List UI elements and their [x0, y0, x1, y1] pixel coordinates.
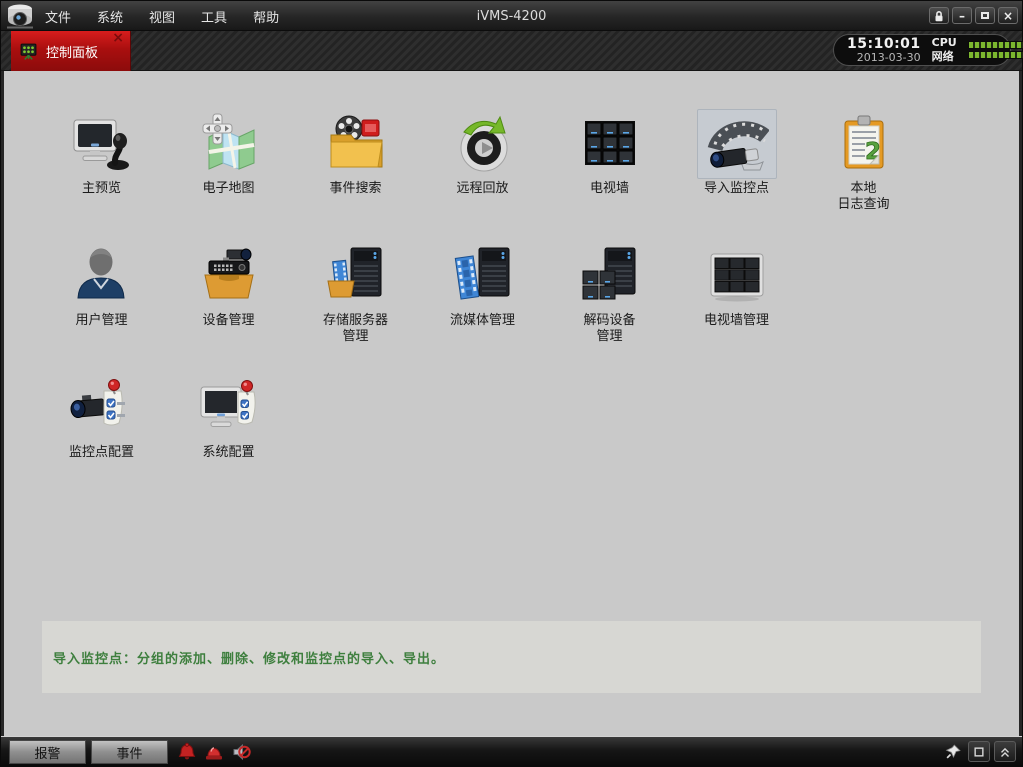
launcher-item-tv-wall[interactable]: 电视墙	[546, 109, 673, 213]
pushpin-icon	[945, 743, 962, 760]
app-logo-camera-icon	[3, 2, 39, 30]
tab-bar: 控制面板 × 15:10:01 2013-03-30 CPU 网络	[1, 31, 1022, 71]
menu-system[interactable]: 系统	[97, 7, 123, 26]
collapse-panel-button[interactable]	[994, 741, 1016, 762]
function-description-bar: 导入监控点：分组的添加、删除、修改和监控点的导入、导出。	[42, 621, 981, 693]
restore-icon	[972, 745, 986, 759]
emap-icon	[197, 112, 261, 176]
menu-file[interactable]: 文件	[45, 7, 71, 26]
pin-button[interactable]	[942, 741, 964, 762]
tab-close-icon[interactable]: ×	[112, 31, 124, 45]
tv-wall-management-icon	[705, 244, 769, 308]
status-bar: 报警 事件	[1, 736, 1022, 766]
launcher-item-device-management[interactable]: 设备管理	[165, 241, 292, 345]
launcher-item-local-log[interactable]: 2 本地日志查询	[800, 109, 927, 213]
network-usage-meter	[968, 51, 1023, 59]
maximize-icon	[981, 12, 989, 19]
event-tab[interactable]: 事件	[91, 740, 168, 764]
tab-label: 控制面板	[46, 42, 98, 61]
launcher-item-decoding-device[interactable]: 解码设备管理	[546, 241, 673, 345]
launcher-item-main-preview[interactable]: 主预览	[38, 109, 165, 213]
system-status-panel: 15:10:01 2013-03-30 CPU 网络	[833, 34, 1011, 66]
launcher-item-system-config[interactable]: 系统配置	[165, 373, 292, 461]
menu-view[interactable]: 视图	[149, 7, 175, 26]
menu-tools[interactable]: 工具	[201, 7, 227, 26]
control-panel-main: 主预览 电子地图	[1, 71, 1022, 736]
launcher-item-tv-wall-management[interactable]: 电视墙管理	[673, 241, 800, 345]
clock-time: 15:10:01	[847, 37, 921, 52]
main-preview-icon	[70, 112, 134, 176]
launcher-row-3: 监控点配置	[38, 373, 927, 461]
maximize-button[interactable]	[975, 7, 995, 24]
stream-media-icon	[451, 244, 515, 308]
menu-help[interactable]: 帮助	[253, 7, 279, 26]
remote-playback-icon	[451, 112, 515, 176]
siren-icon[interactable]	[204, 742, 224, 762]
camera-config-icon	[70, 376, 134, 440]
lock-button[interactable]	[929, 7, 949, 24]
launcher-row-1: 主预览 电子地图	[38, 109, 927, 213]
minimize-button[interactable]: –	[952, 7, 972, 24]
storage-server-icon	[324, 244, 388, 308]
lock-icon	[932, 9, 946, 23]
menu-bar: 文件 系统 视图 工具 帮助	[45, 1, 279, 31]
launcher-item-storage-server[interactable]: 存储服务器管理	[292, 241, 419, 345]
device-management-icon	[197, 244, 261, 308]
title-bar: 文件 系统 视图 工具 帮助 iVMS-4200 – ×	[1, 1, 1022, 31]
close-button[interactable]: ×	[998, 7, 1018, 24]
launcher-item-stream-media[interactable]: 流媒体管理	[419, 241, 546, 345]
launcher-item-event-search[interactable]: 事件搜索	[292, 109, 419, 213]
chevron-up-double-icon	[998, 745, 1012, 759]
alarm-tab[interactable]: 报警	[9, 740, 86, 764]
import-camera-icon	[705, 112, 769, 176]
launcher-item-remote-playback[interactable]: 远程回放	[419, 109, 546, 213]
launcher-grid: 主预览 电子地图	[38, 109, 927, 489]
selected-item-highlight	[697, 109, 777, 179]
user-management-icon	[70, 244, 134, 308]
restore-panel-button[interactable]	[968, 741, 990, 762]
mute-speaker-icon[interactable]	[231, 742, 251, 762]
tv-wall-icon	[578, 112, 642, 176]
launcher-row-2: 用户管理 设备管理	[38, 241, 927, 345]
local-log-icon: 2	[832, 112, 896, 176]
alarm-bell-icon[interactable]	[177, 742, 197, 762]
launcher-item-user-management[interactable]: 用户管理	[38, 241, 165, 345]
launcher-label: 主预览	[82, 181, 121, 197]
launcher-item-camera-config[interactable]: 监控点配置	[38, 373, 165, 461]
launcher-item-import-camera[interactable]: 导入监控点	[673, 109, 800, 213]
clock-date: 2013-03-30	[847, 52, 921, 64]
decoding-device-icon	[578, 244, 642, 308]
system-config-icon	[197, 376, 261, 440]
launcher-item-emap[interactable]: 电子地图	[165, 109, 292, 213]
network-label: 网络	[932, 50, 957, 64]
cpu-usage-meter	[968, 41, 1023, 49]
function-description-text: 导入监控点：分组的添加、删除、修改和监控点的导入、导出。	[53, 648, 445, 667]
tab-control-panel[interactable]: 控制面板 ×	[11, 31, 131, 71]
window-controls: – ×	[929, 7, 1018, 24]
event-search-icon	[324, 112, 388, 176]
control-panel-icon	[19, 42, 38, 61]
cpu-label: CPU	[932, 36, 957, 50]
